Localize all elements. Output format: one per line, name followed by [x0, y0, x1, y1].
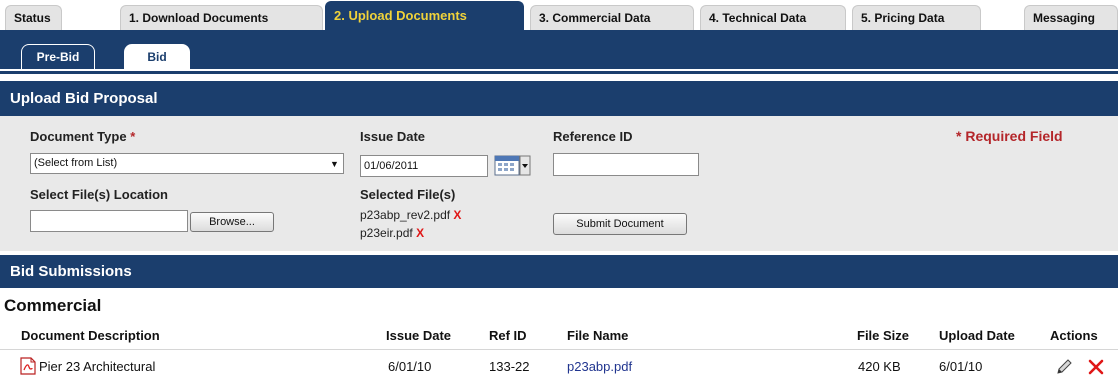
column-header-issue-date: Issue Date [386, 328, 452, 343]
file-name-link[interactable]: p23abp.pdf [567, 359, 632, 374]
tab-download-documents[interactable]: 1. Download Documents [120, 5, 323, 30]
delete-x-icon[interactable] [1087, 358, 1105, 376]
upload-bid-proposal-header: Upload Bid Proposal [0, 81, 1118, 116]
subtab-divider [0, 69, 1118, 71]
document-type-select-value: (Select from List) [34, 157, 118, 169]
issue-date-field[interactable]: 01/06/2011 [360, 155, 488, 177]
document-type-label-text: Document Type [30, 129, 127, 144]
issue-date-label: Issue Date [360, 129, 426, 144]
column-header-file-name: File Name [567, 328, 629, 343]
calendar-icon[interactable] [494, 154, 532, 178]
section-title-commercial: Commercial [4, 296, 102, 315]
tab-messaging[interactable]: Messaging [1024, 5, 1118, 30]
browse-button[interactable]: Browse... [190, 212, 274, 232]
cell-ref-id: 133-22 [489, 359, 530, 374]
document-type-select[interactable]: (Select from List) ▼ [30, 153, 344, 174]
cell-upload-date: 6/01/10 [939, 359, 983, 374]
submit-document-button[interactable]: Submit Document [553, 213, 687, 235]
cell-file-size: 420 KB [858, 359, 901, 374]
cell-issue-date: 6/01/10 [388, 359, 432, 374]
reference-id-label: Reference ID [553, 129, 633, 144]
tab-upload-documents[interactable]: 2. Upload Documents [325, 1, 524, 31]
selected-files-label: Selected File(s) [360, 187, 456, 202]
column-header-document-description: Document Description [21, 328, 160, 343]
required-asterisk: * [130, 129, 136, 144]
selected-file-item: p23abp_rev2.pdf X [360, 208, 461, 222]
tab-pricing-data[interactable]: 5. Pricing Data [852, 5, 981, 30]
column-header-ref-id: Ref ID [489, 328, 527, 343]
top-tab-bar: Status 1. Download Documents 2. Upload D… [0, 0, 1118, 31]
column-header-actions: Actions [1050, 328, 1098, 343]
required-field-note: * Required Field [956, 128, 1063, 144]
selected-file-item: p23eir.pdf X [360, 226, 424, 240]
tab-technical-data[interactable]: 4. Technical Data [700, 5, 846, 30]
pdf-file-icon [20, 357, 36, 375]
tab-status[interactable]: Status [5, 5, 62, 30]
cell-document-description: Pier 23 Architectural [39, 359, 156, 374]
file-location-label: Select File(s) Location [30, 187, 168, 202]
chevron-down-icon[interactable]: ▼ [328, 157, 341, 171]
column-header-upload-date: Upload Date [939, 328, 1015, 343]
selected-file-name: p23abp_rev2.pdf [360, 208, 451, 222]
file-location-field[interactable] [30, 210, 188, 232]
selected-file-name: p23eir.pdf [360, 226, 413, 240]
remove-file-icon[interactable]: X [453, 208, 461, 222]
subtab-bid[interactable]: Bid [124, 44, 190, 70]
document-type-label: Document Type * [30, 129, 135, 144]
subtab-pre-bid[interactable]: Pre-Bid [21, 44, 95, 70]
reference-id-field[interactable] [553, 153, 699, 176]
remove-file-icon[interactable]: X [416, 226, 424, 240]
bid-submissions-header: Bid Submissions [0, 255, 1118, 288]
column-header-file-size: File Size [857, 328, 910, 343]
pencil-edit-icon[interactable] [1055, 358, 1073, 376]
tab-commercial-data[interactable]: 3. Commercial Data [530, 5, 694, 30]
